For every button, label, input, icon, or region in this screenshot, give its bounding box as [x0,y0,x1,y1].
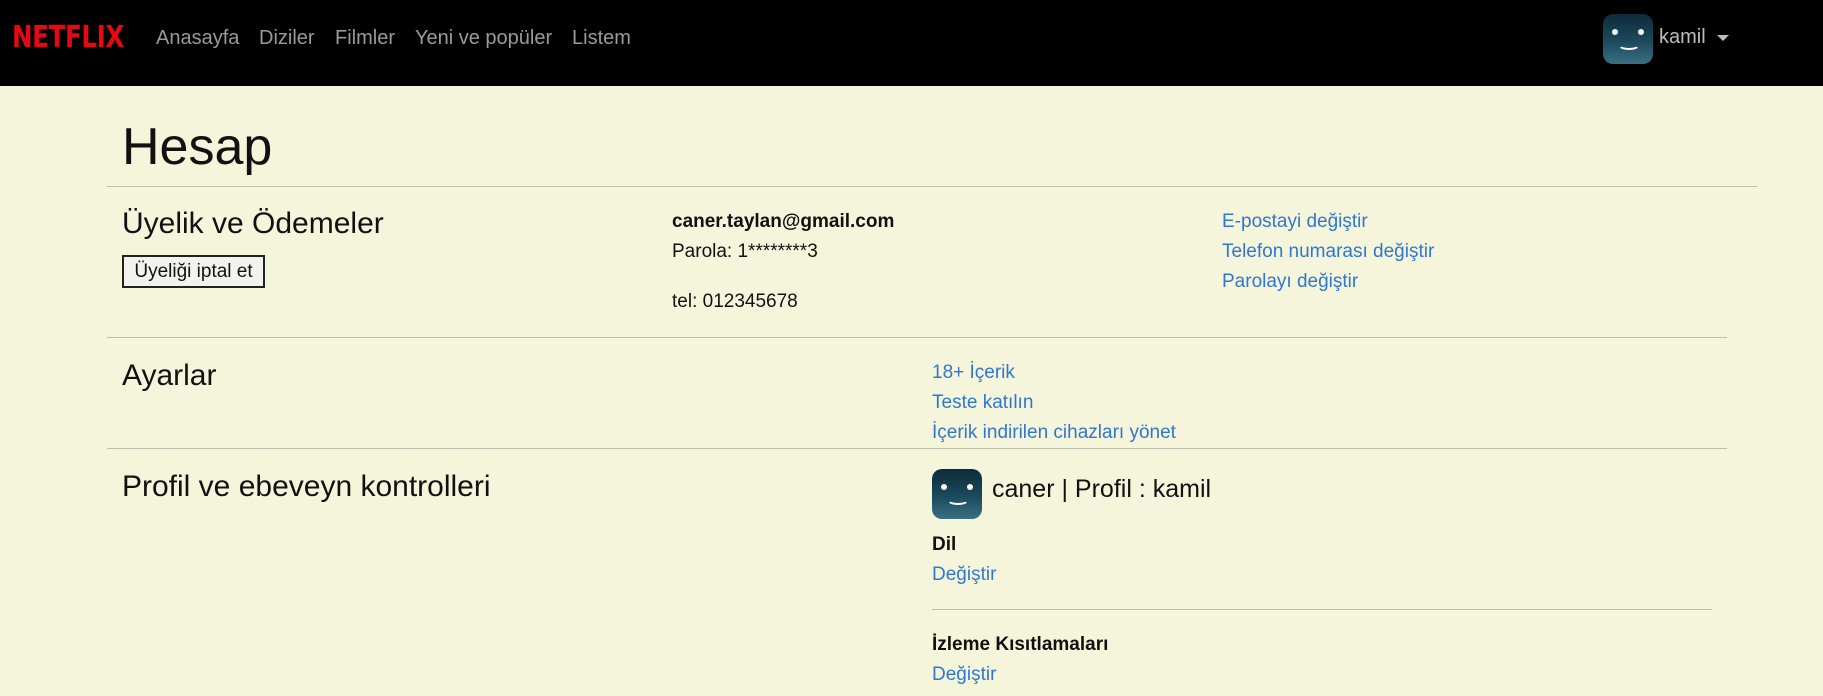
smile-icon [1618,40,1640,50]
profile-section-title: Profil ve ebeveyn kontrolleri [122,470,491,503]
user-name[interactable]: kamil [1659,26,1706,49]
settings-section-title: Ayarlar [122,359,217,392]
user-avatar[interactable] [1603,14,1653,64]
page-title: Hesap [122,118,273,176]
top-navigation-bar: NETFLIX Anasayfa Diziler Filmler Yeni ve… [0,0,1823,86]
adult-content-link[interactable]: 18+ İçerik [932,362,1015,384]
nav-link-home[interactable]: Anasayfa [156,27,239,50]
nav-link-new-popular[interactable]: Yeni ve popüler [415,27,552,50]
title-divider [107,186,1757,187]
change-restrictions-link[interactable]: Değiştir [932,664,996,686]
smile-icon [947,495,969,505]
netflix-logo[interactable]: NETFLIX [12,20,124,55]
profile-avatar[interactable] [932,469,982,519]
join-test-link[interactable]: Teste katılın [932,392,1033,414]
account-password: Parola: 1********3 [672,241,818,262]
nav-link-movies[interactable]: Filmler [335,27,395,50]
nav-link-my-list[interactable]: Listem [572,27,631,50]
change-password-link[interactable]: Parolayı değiştir [1222,271,1358,293]
profile-label: caner | Profil : kamil [992,475,1212,503]
profile-inner-divider [932,609,1712,610]
change-email-link[interactable]: E-postayi değiştir [1222,211,1368,233]
chevron-down-icon[interactable] [1717,35,1729,41]
account-email: caner.taylan@gmail.com [672,211,895,232]
settings-divider [107,448,1727,449]
viewing-restrictions-heading: İzleme Kısıtlamaları [932,634,1109,655]
manage-devices-link[interactable]: İçerik indirilen cihazları yönet [932,422,1176,444]
nav-link-series[interactable]: Diziler [259,27,315,50]
language-heading: Dil [932,534,957,555]
change-phone-link[interactable]: Telefon numarası değiştir [1222,241,1434,263]
membership-divider [107,337,1727,338]
change-language-link[interactable]: Değiştir [932,564,996,586]
cancel-membership-button[interactable]: Üyeliği iptal et [122,255,265,288]
account-phone: tel: 012345678 [672,291,798,312]
membership-section-title: Üyelik ve Ödemeler [122,207,384,240]
